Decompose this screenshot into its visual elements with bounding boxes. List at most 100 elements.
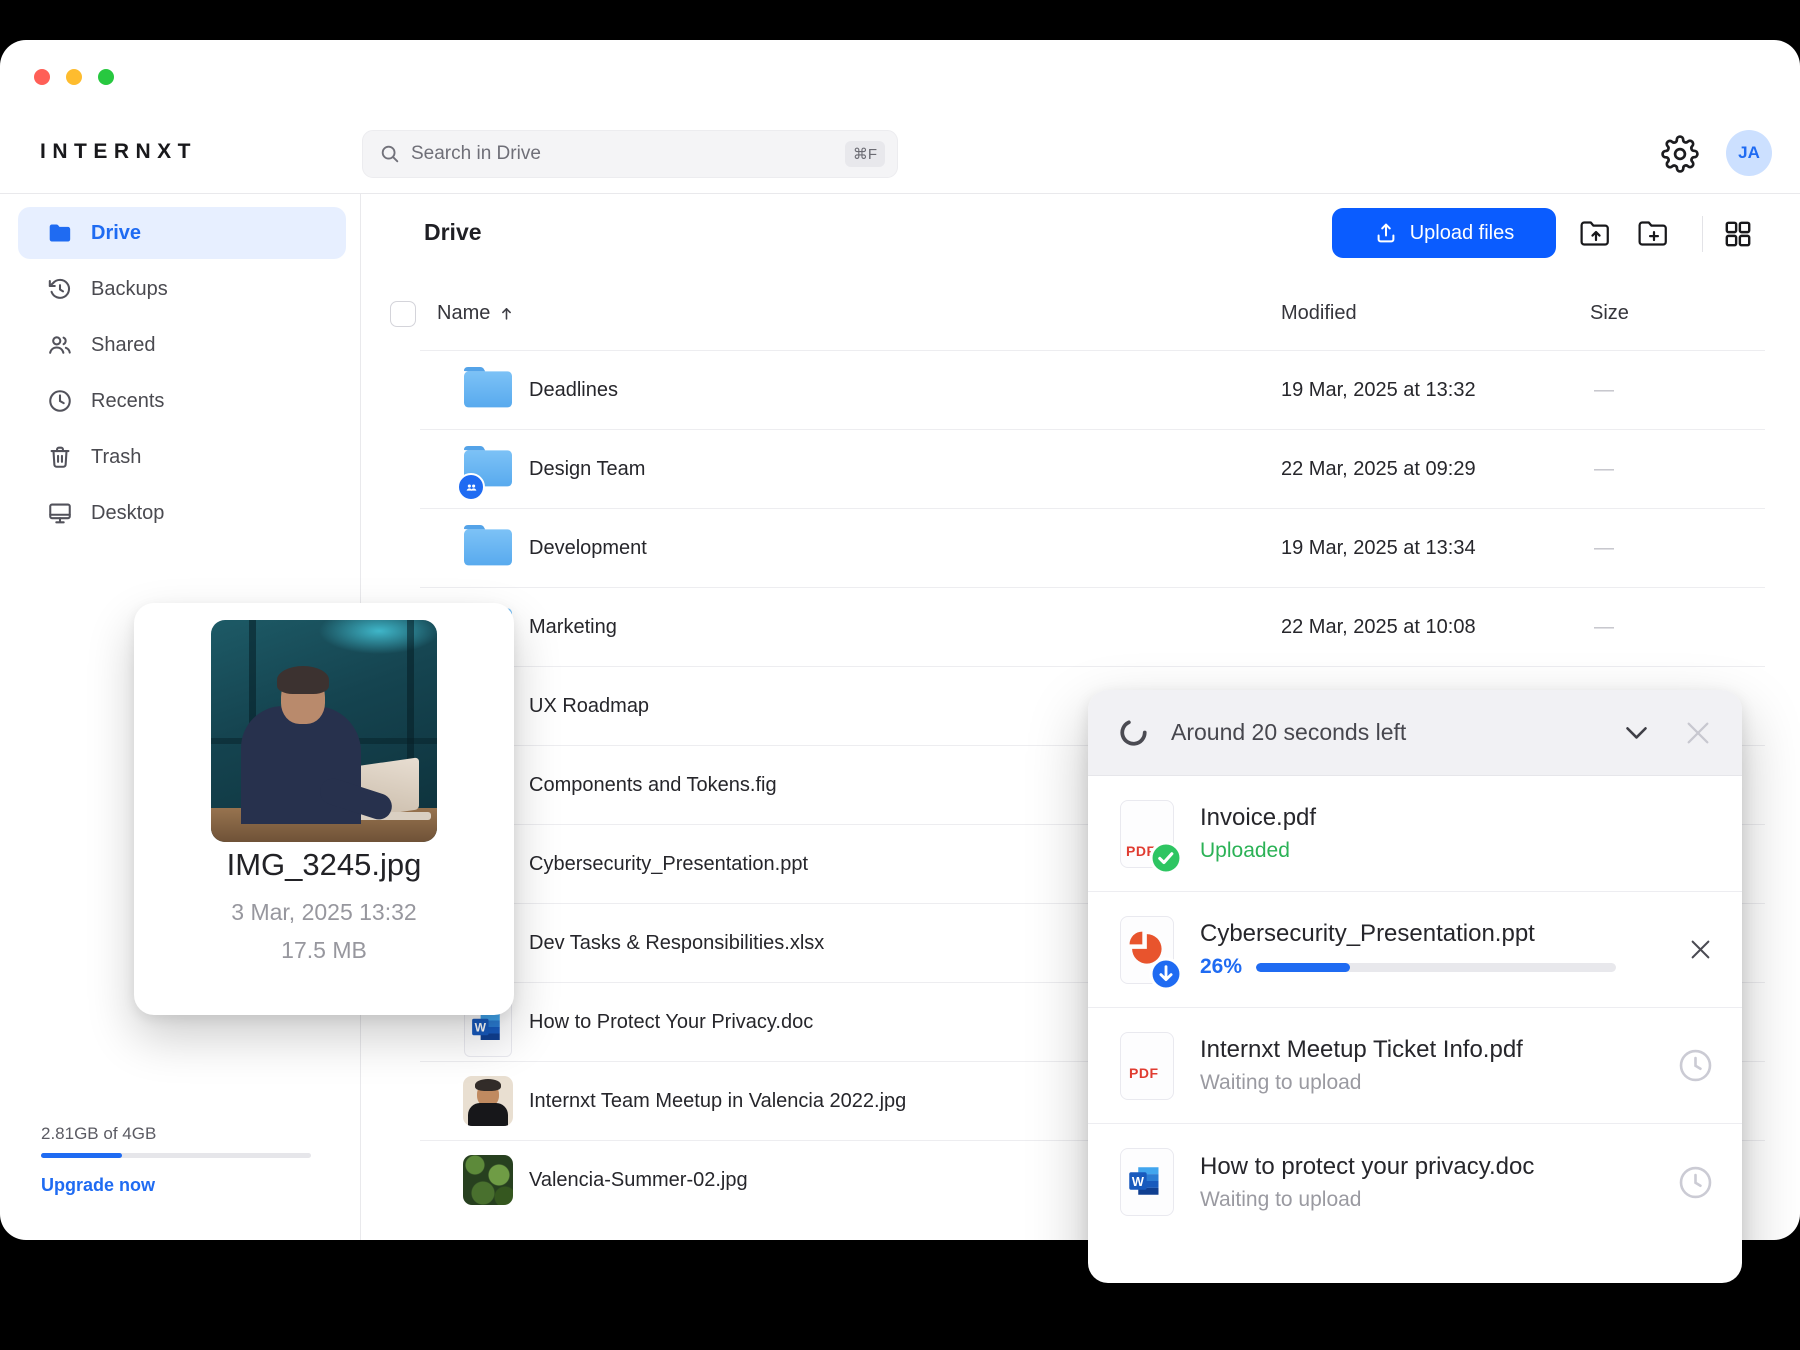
trash-icon: [47, 444, 73, 470]
table-row[interactable]: Deadlines 19 Mar, 2025 at 13:32 —: [420, 350, 1765, 430]
desktop-monitor-icon: [47, 500, 73, 526]
upload-files-label: Upload files: [1410, 222, 1515, 245]
backups-history-icon: [47, 276, 73, 302]
preview-filename: IMG_3245.jpg: [134, 847, 514, 883]
folder-icon: [463, 523, 513, 573]
file-name: Design Team: [529, 430, 645, 509]
preview-date: 3 Mar, 2025 13:32: [134, 899, 514, 926]
table-row[interactable]: Development 19 Mar, 2025 at 13:34 —: [420, 508, 1765, 588]
file-name: Dev Tasks & Responsibilities.xlsx: [529, 904, 824, 983]
upload-progress: 26%: [1200, 955, 1687, 979]
table-row[interactable]: Marketing 22 Mar, 2025 at 10:08 —: [420, 587, 1765, 667]
sidebar-item-shared[interactable]: Shared: [18, 319, 346, 371]
file-size: —: [1594, 430, 1614, 509]
upload-files-button[interactable]: Upload files: [1332, 208, 1556, 258]
avatar-initials: JA: [1738, 143, 1760, 163]
folder-plus-icon: [1637, 218, 1671, 250]
waiting-clock-icon: [1677, 1047, 1714, 1084]
sort-ascending-icon: [498, 305, 515, 322]
table-row[interactable]: Design Team 22 Mar, 2025 at 09:29 —: [420, 429, 1765, 509]
preview-image: [211, 620, 437, 842]
file-modified: 22 Mar, 2025 at 09:29: [1281, 430, 1476, 509]
sidebar-item-label: Backups: [91, 278, 168, 301]
sidebar-item-label: Desktop: [91, 502, 164, 525]
file-name: How to Protect Your Privacy.doc: [529, 983, 813, 1062]
upload-status: Uploaded: [1200, 839, 1714, 863]
close-icon[interactable]: [1682, 717, 1714, 749]
search-input[interactable]: Search in Drive ⌘F: [362, 130, 898, 178]
search-placeholder: Search in Drive: [411, 143, 845, 165]
upload-file-name: How to protect your privacy.doc: [1200, 1153, 1677, 1181]
shared-badge-icon: [457, 473, 485, 501]
upload-folder-button[interactable]: [1574, 212, 1618, 256]
toolbar-separator: [1702, 216, 1703, 252]
desktop-background: { "colors":{"accent_blue":"#0a5cff","lin…: [0, 0, 1800, 1350]
column-size-label: Size: [1590, 302, 1629, 325]
upload-file-name: Internxt Meetup Ticket Info.pdf: [1200, 1036, 1677, 1064]
settings-button[interactable]: [1661, 135, 1699, 173]
upload-file-name: Invoice.pdf: [1200, 804, 1714, 832]
sidebar-item-recents[interactable]: Recents: [18, 375, 346, 427]
sidebar-item-backups[interactable]: Backups: [18, 263, 346, 315]
column-header-modified[interactable]: Modified: [1281, 302, 1357, 325]
storage-progress-bar: [41, 1153, 311, 1158]
upload-icon: [1374, 221, 1398, 245]
photo-thumbnail: [463, 1076, 513, 1126]
avatar[interactable]: JA: [1726, 130, 1772, 176]
column-modified-label: Modified: [1281, 302, 1357, 325]
upload-status: Waiting to upload: [1200, 1071, 1677, 1095]
file-size: —: [1594, 351, 1614, 430]
file-name: Development: [529, 509, 647, 588]
sidebar-item-desktop[interactable]: Desktop: [18, 487, 346, 539]
clock-icon: [47, 388, 73, 414]
spinner-icon: [1118, 717, 1149, 748]
sidebar-item-label: Shared: [91, 334, 156, 357]
file-size: —: [1594, 509, 1614, 588]
select-all-checkbox[interactable]: [390, 301, 416, 327]
new-folder-button[interactable]: [1632, 212, 1676, 256]
upload-progress-fill: [1256, 963, 1350, 972]
file-name: Internxt Team Meetup in Valencia 2022.jp…: [529, 1062, 906, 1141]
search-icon: [379, 143, 401, 165]
window-close-button[interactable]: [34, 69, 50, 85]
internxt-logo: INTERNXT: [40, 140, 197, 164]
shared-users-icon: [47, 332, 73, 358]
file-name: Cybersecurity_Presentation.ppt: [529, 825, 808, 904]
file-modified: 19 Mar, 2025 at 13:34: [1281, 509, 1476, 588]
upgrade-now-link[interactable]: Upgrade now: [41, 1175, 155, 1196]
grid-view-button[interactable]: [1716, 212, 1760, 256]
file-name: UX Roadmap: [529, 667, 649, 746]
folder-upload-icon: [1579, 218, 1613, 250]
storage-progress-fill: [41, 1153, 122, 1158]
waiting-clock-icon: [1677, 1164, 1714, 1201]
file-name: Components and Tokens.fig: [529, 746, 777, 825]
pdf-file-icon: PDF: [1120, 800, 1174, 868]
search-shortcut-badge: ⌘F: [845, 141, 885, 167]
window-minimize-button[interactable]: [66, 69, 82, 85]
storage-usage-label: 2.81GB of 4GB: [41, 1124, 156, 1144]
photo-thumbnail: [463, 1155, 513, 1205]
upload-item: W How to protect your privacy.doc Waitin…: [1088, 1124, 1742, 1240]
uploaded-check-badge: [1149, 841, 1183, 875]
sidebar-item-drive[interactable]: Drive: [18, 207, 346, 259]
file-name: Marketing: [529, 588, 617, 667]
chevron-down-icon[interactable]: [1621, 717, 1652, 748]
file-preview-card: IMG_3245.jpg 3 Mar, 2025 13:32 17.5 MB: [134, 603, 514, 1015]
upload-item: PDF Internxt Meetup Ticket Info.pdf Wait…: [1088, 1008, 1742, 1124]
upload-file-name: Cybersecurity_Presentation.ppt: [1200, 920, 1687, 948]
column-header-size[interactable]: Size: [1590, 302, 1629, 325]
sidebar-item-trash[interactable]: Trash: [18, 431, 346, 483]
grid-view-icon: [1722, 218, 1754, 250]
uploading-arrow-badge: [1149, 957, 1183, 991]
upload-time-remaining: Around 20 seconds left: [1171, 719, 1621, 746]
svg-text:W: W: [475, 1021, 487, 1035]
pdf-file-icon: PDF: [1120, 1032, 1174, 1100]
upload-progress-panel: Around 20 seconds left PDF Invoice.pdf U…: [1088, 690, 1742, 1283]
ppt-file-icon: [1120, 916, 1174, 984]
window-zoom-button[interactable]: [98, 69, 114, 85]
file-modified: 19 Mar, 2025 at 13:32: [1281, 351, 1476, 430]
column-header-name[interactable]: Name: [437, 302, 515, 325]
file-size: —: [1594, 588, 1614, 667]
cancel-upload-icon[interactable]: [1687, 936, 1714, 963]
sidebar-item-label: Trash: [91, 446, 141, 469]
